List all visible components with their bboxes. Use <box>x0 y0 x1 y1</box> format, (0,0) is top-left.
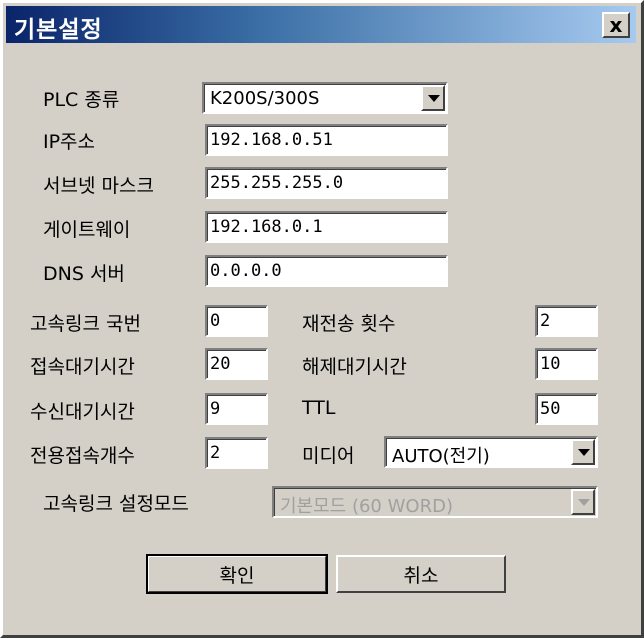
retransmit-field[interactable]: 2 <box>535 305 598 337</box>
dns-field[interactable]: 0.0.0.0 <box>205 255 448 287</box>
chevron-down-icon <box>578 449 590 456</box>
media-value: AUTO(전기) <box>392 446 490 467</box>
ip-label: IP주소 <box>43 131 96 153</box>
chevron-down-icon <box>428 95 440 102</box>
hs-station-label: 고속링크 국번 <box>30 313 141 335</box>
close-button[interactable]: x <box>602 12 630 38</box>
plc-type-select[interactable]: K200S/300S <box>202 82 448 114</box>
dns-label: DNS 서버 <box>43 263 125 285</box>
media-label: 미디어 <box>302 445 355 467</box>
retransmit-label: 재전송 횟수 <box>302 313 396 335</box>
plc-type-dropdown-button[interactable] <box>421 85 445 111</box>
media-select[interactable]: AUTO(전기) <box>384 436 598 468</box>
recv-wait-field[interactable]: 9 <box>205 393 268 425</box>
gateway-label: 게이트웨이 <box>43 219 131 241</box>
dedicated-conn-field[interactable]: 2 <box>205 437 268 469</box>
subnet-field[interactable]: 255.255.255.0 <box>205 167 448 199</box>
cancel-button[interactable]: 취소 <box>336 555 506 593</box>
hs-mode-dropdown-button[interactable] <box>571 489 595 515</box>
dialog-title: 기본설정 <box>14 17 103 43</box>
subnet-label: 서브넷 마스크 <box>43 175 154 197</box>
hs-mode-value: 기본모드 (60 WORD) <box>280 496 453 517</box>
hs-mode-label: 고속링크 설정모드 <box>43 493 189 515</box>
conn-wait-label: 접속대기시간 <box>30 356 135 378</box>
title-bar[interactable]: 기본설정 x <box>6 6 636 43</box>
dedicated-conn-label: 전용접속개수 <box>30 445 135 467</box>
ip-field[interactable]: 192.168.0.51 <box>205 124 448 156</box>
release-wait-label: 해제대기시간 <box>302 356 407 378</box>
ttl-field[interactable]: 50 <box>535 393 598 425</box>
gateway-field[interactable]: 192.168.0.1 <box>205 211 448 243</box>
conn-wait-field[interactable]: 20 <box>205 348 268 380</box>
ttl-label: TTL <box>302 397 336 419</box>
ok-button[interactable]: 확인 <box>146 554 328 594</box>
hs-mode-select[interactable]: 기본모드 (60 WORD) <box>272 486 598 518</box>
release-wait-field[interactable]: 10 <box>535 348 598 380</box>
hs-station-field[interactable]: 0 <box>205 305 268 337</box>
plc-type-value: K200S/300S <box>210 88 320 109</box>
close-icon: x <box>609 13 623 37</box>
plc-type-label: PLC 종류 <box>43 89 120 111</box>
recv-wait-label: 수신대기시간 <box>30 401 135 423</box>
chevron-down-icon <box>578 499 590 506</box>
media-dropdown-button[interactable] <box>571 439 595 465</box>
